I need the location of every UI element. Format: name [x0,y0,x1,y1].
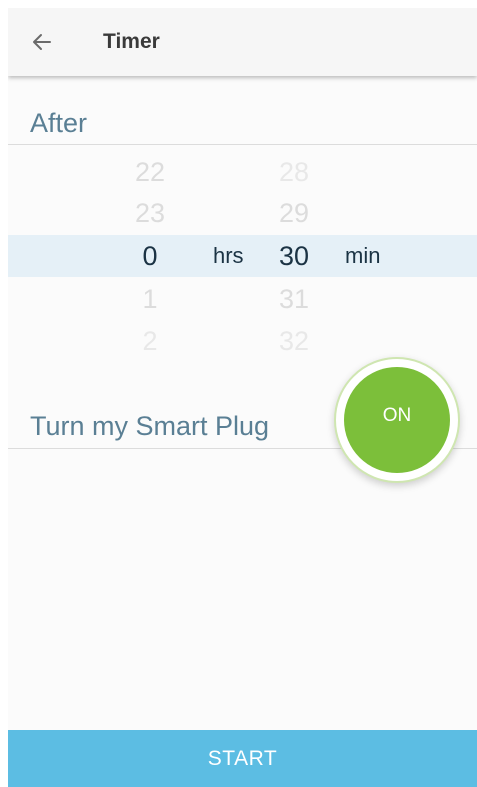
back-button[interactable] [22,22,62,62]
minute-option[interactable]: 28 [264,151,324,193]
picker-row: 22 28 [8,151,477,193]
picker-row: 1 31 [8,278,477,320]
picker-row: 23 29 [8,192,477,234]
minute-option[interactable]: 31 [264,278,324,320]
after-label: After [30,108,88,138]
start-button[interactable]: START [8,730,477,787]
hour-option[interactable]: 22 [120,151,180,193]
hour-option[interactable]: 23 [120,192,180,234]
on-off-toggle[interactable]: ON [334,357,460,483]
minute-selected[interactable]: 30 [264,235,324,277]
hour-option[interactable]: 1 [120,278,180,320]
picker-selected-row: 0 hrs 30 min [8,235,477,277]
minutes-unit-label: min [345,243,381,268]
hour-option[interactable]: 2 [120,320,180,362]
timer-screen: Timer After 22 28 23 29 0 hrs 30 min 1 3… [8,8,477,787]
minute-option[interactable]: 32 [264,320,324,362]
picker-row: 2 32 [8,320,477,362]
page-title: Timer [103,30,160,53]
after-divider [8,144,477,145]
hour-selected[interactable]: 0 [120,235,180,277]
arrow-left-icon [33,34,51,50]
hours-unit-label: hrs [213,243,244,268]
app-bar: Timer [8,8,477,76]
minute-option[interactable]: 29 [264,192,324,234]
toggle-state: ON [344,367,450,473]
smart-plug-label: Turn my Smart Plug [30,411,270,441]
